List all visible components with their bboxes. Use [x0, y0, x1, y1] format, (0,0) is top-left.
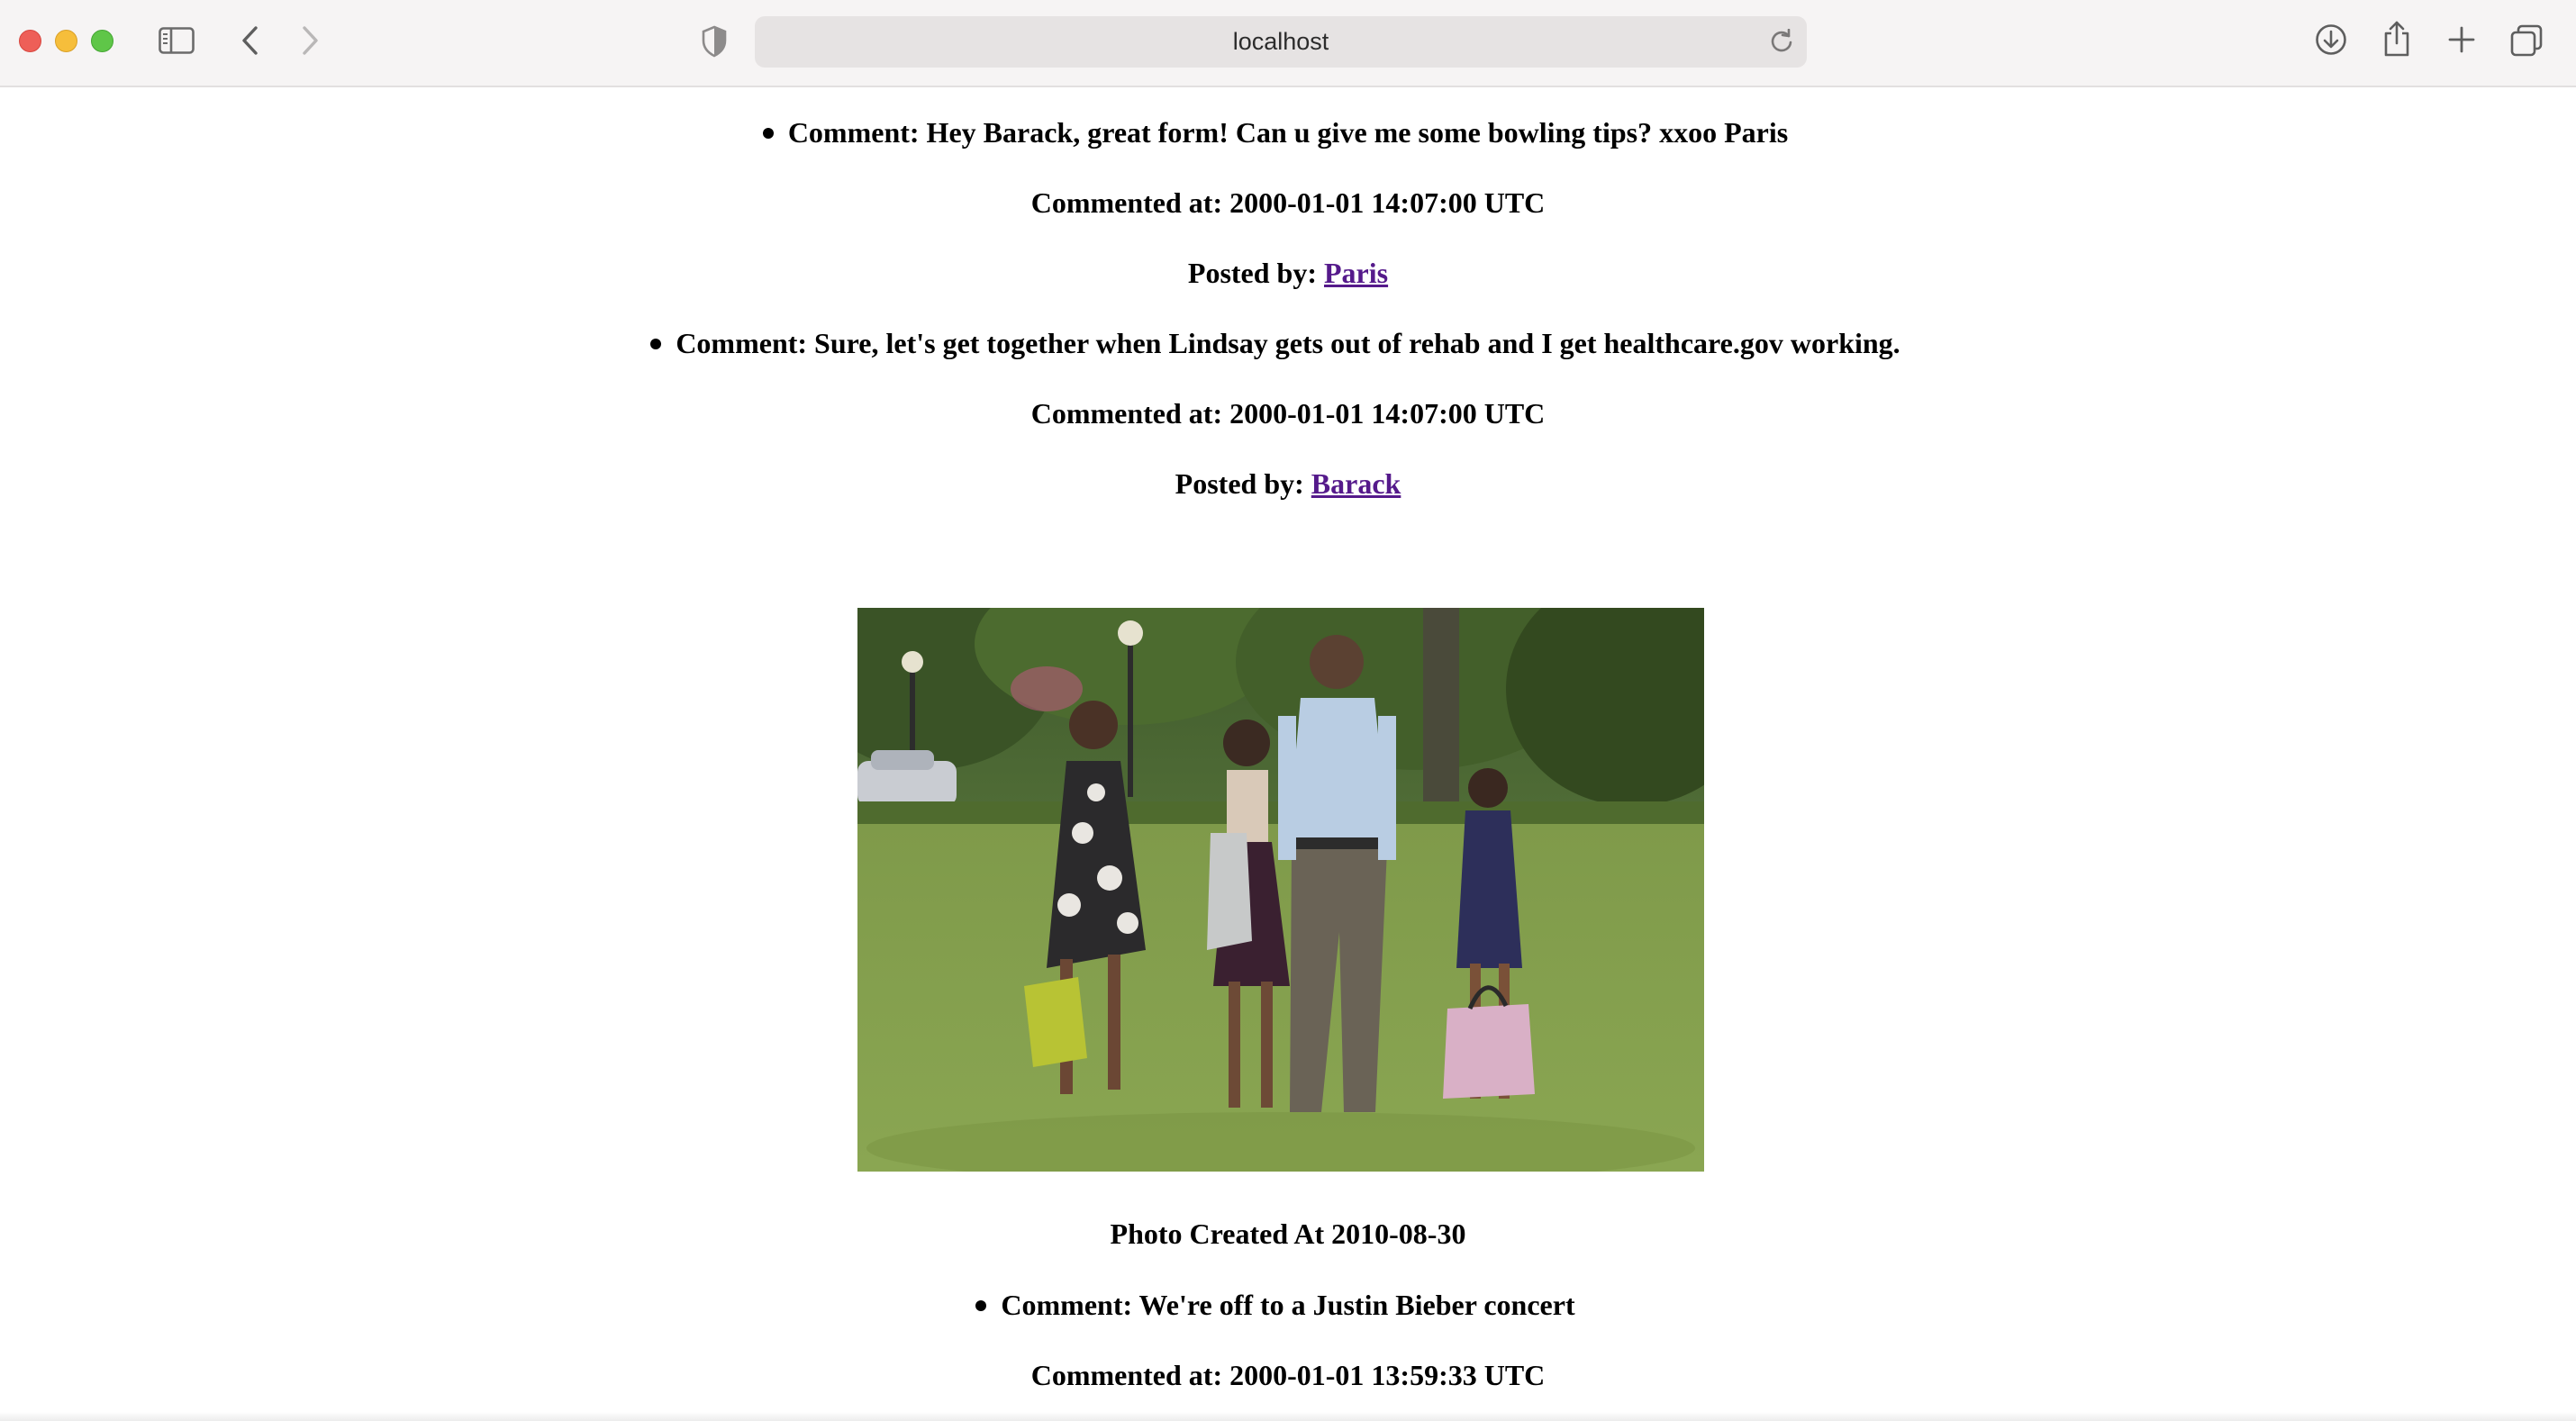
plus-icon[interactable]: [2447, 25, 2476, 54]
reload-icon[interactable]: [1769, 29, 1794, 54]
browser-toolbar: localhost: [0, 0, 2576, 87]
comment-author: Posted by: Barack: [0, 467, 2576, 501]
comment-text: We're off to a Justin Bieber concert: [1138, 1289, 1575, 1321]
page-content: Comment: Hey Barack, great form! Can u g…: [0, 87, 2576, 1421]
comment-timestamp: Commented at: 2000-01-01 14:07:00 UTC: [0, 397, 2576, 430]
author-link-paris[interactable]: Paris: [1324, 257, 1388, 289]
comment-author: Posted by: Paris: [0, 257, 2576, 290]
photo-created-value: 2010-08-30: [1331, 1217, 1466, 1250]
author-link-barack[interactable]: Barack: [1311, 467, 1401, 500]
shield-icon[interactable]: [701, 25, 728, 58]
window-bottom-edge: [0, 1412, 2576, 1421]
posted-by-label: Posted by:: [1175, 467, 1304, 500]
comment-timestamp: Commented at: 2000-01-01 14:07:00 UTC: [0, 186, 2576, 220]
comment-item: Comment: Sure, let's get together when L…: [0, 327, 2576, 360]
minimize-window-button[interactable]: [55, 30, 77, 52]
address-bar[interactable]: localhost: [755, 16, 1807, 68]
commented-at-value: 2000-01-01 14:07:00 UTC: [1229, 186, 1546, 219]
comment-label: Comment:: [676, 327, 808, 359]
tab-overview-icon[interactable]: [2510, 24, 2543, 57]
photo-created-label: Photo Created At: [1110, 1217, 1325, 1250]
chevron-right-icon[interactable]: [301, 25, 321, 56]
download-icon[interactable]: [2315, 23, 2347, 56]
comment-text: Sure, let's get together when Lindsay ge…: [814, 327, 1900, 359]
comment-item: Comment: We're off to a Justin Bieber co…: [0, 1289, 2576, 1322]
comment-label: Comment:: [787, 116, 920, 149]
posted-by-label: Posted by:: [1187, 257, 1317, 289]
commented-at-label: Commented at:: [1030, 186, 1223, 219]
commented-at-value: 2000-01-01 14:07:00 UTC: [1229, 397, 1546, 430]
maximize-window-button[interactable]: [91, 30, 113, 52]
commented-at-label: Commented at:: [1030, 1359, 1223, 1391]
chevron-left-icon[interactable]: [240, 25, 259, 56]
comment-item: Comment: Hey Barack, great form! Can u g…: [0, 116, 2576, 149]
photo-created-date: Photo Created At 2010-08-30: [0, 1217, 2576, 1251]
close-window-button[interactable]: [19, 30, 41, 52]
post-photo: [857, 608, 1704, 1172]
comment-text: Hey Barack, great form! Can u give me so…: [926, 116, 1789, 149]
url-text: localhost: [1232, 28, 1329, 55]
commented-at-value: 2000-01-01 13:59:33 UTC: [1229, 1359, 1546, 1391]
commented-at-label: Commented at:: [1030, 397, 1223, 430]
comment-label: Comment:: [1001, 1289, 1133, 1321]
sidebar-icon[interactable]: [159, 27, 195, 54]
comment-timestamp: Commented at: 2000-01-01 13:59:33 UTC: [0, 1359, 2576, 1392]
share-icon[interactable]: [2382, 20, 2411, 58]
